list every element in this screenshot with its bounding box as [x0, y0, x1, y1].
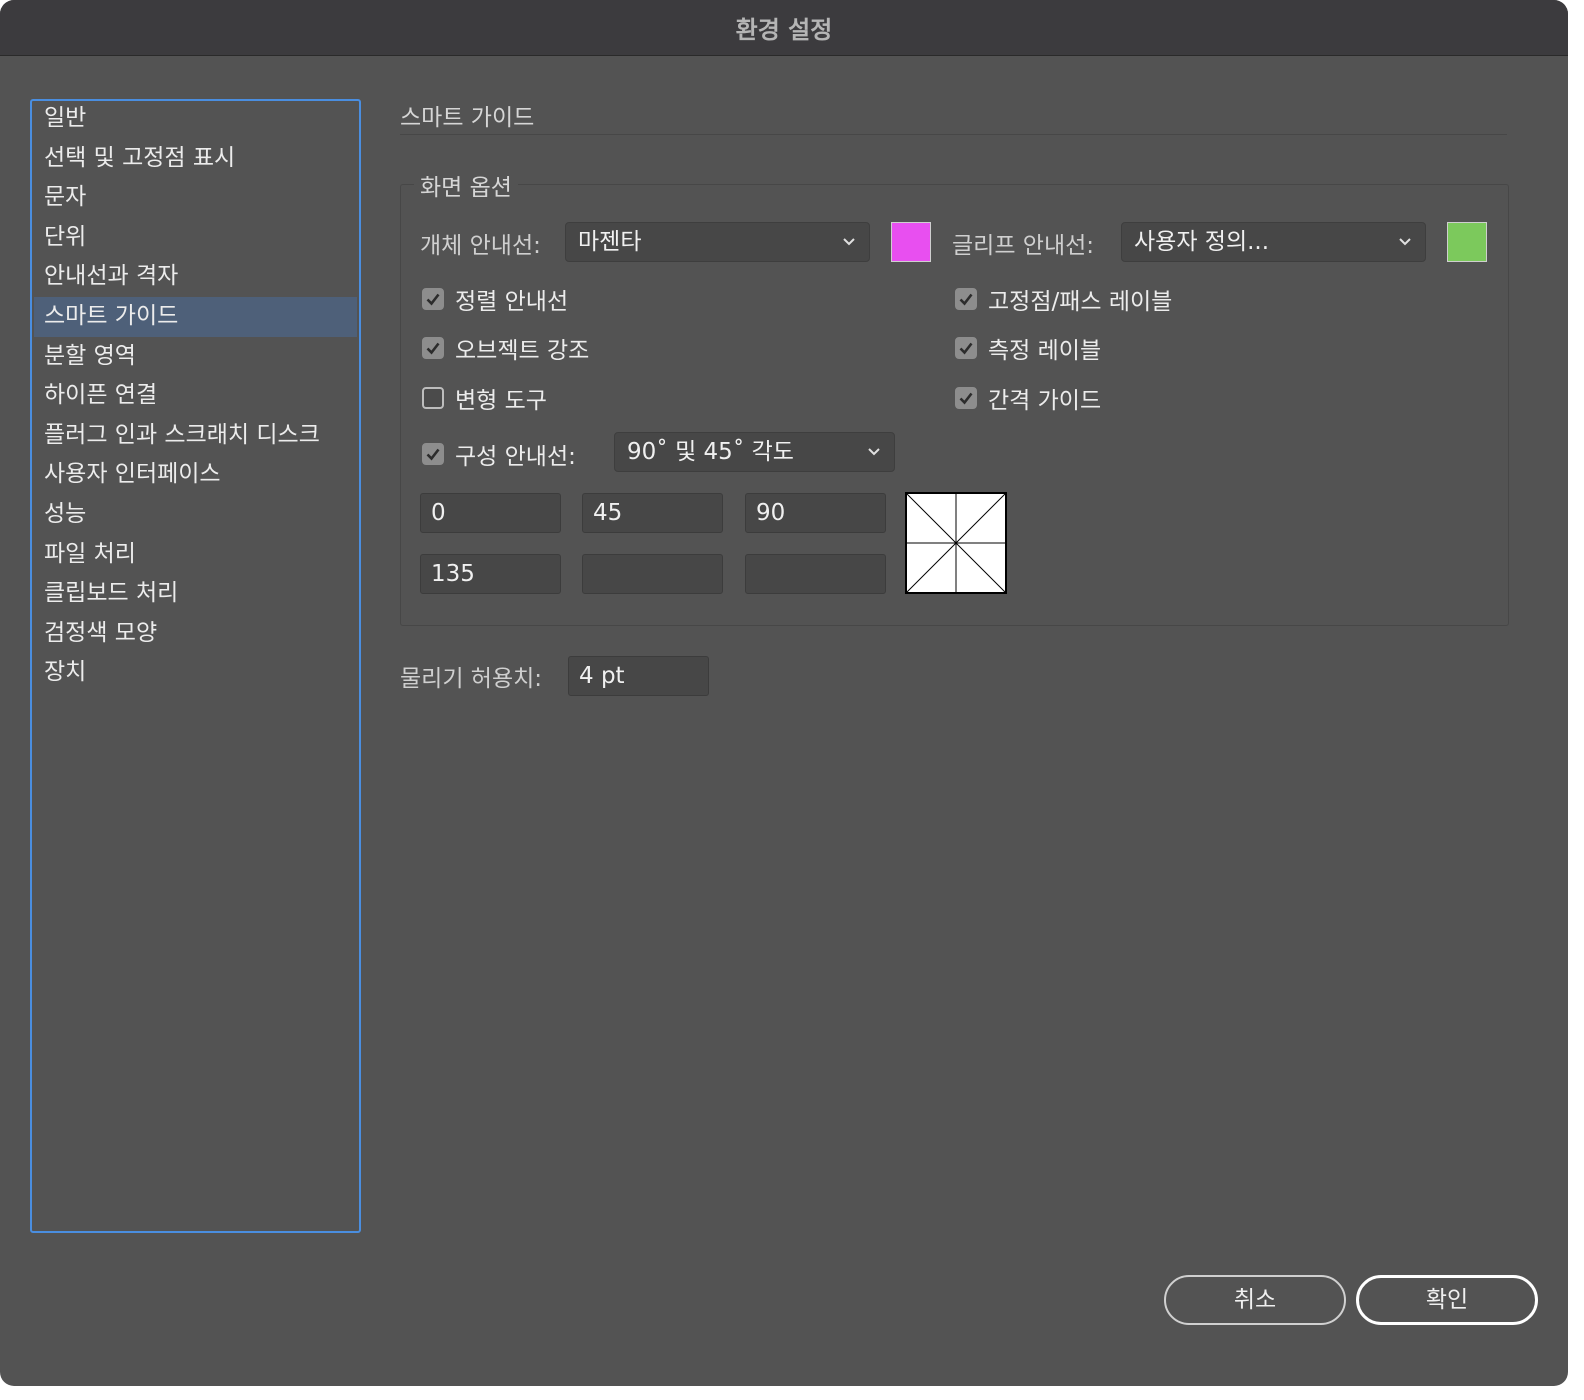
checkbox-box[interactable]: [422, 337, 444, 359]
sidebar-item-hyphenation[interactable]: 하이픈 연결: [34, 376, 357, 416]
transform-tools-checkbox[interactable]: 변형 도구: [422, 381, 547, 415]
checkbox-box[interactable]: [955, 337, 977, 359]
sidebar-item-guides-grid[interactable]: 안내선과 격자: [34, 257, 357, 297]
checkbox-box[interactable]: [422, 443, 444, 465]
preferences-dialog: 환경 설정 일반 선택 및 고정점 표시 문자 단위 안내선과 격자 스마트 가…: [0, 0, 1568, 1386]
section-divider: [400, 134, 1507, 135]
object-guides-color-swatch[interactable]: [891, 222, 931, 262]
sidebar-item-user-interface[interactable]: 사용자 인터페이스: [34, 455, 357, 495]
sidebar-item-file-handling[interactable]: 파일 처리: [34, 535, 357, 575]
checkbox-box[interactable]: [955, 387, 977, 409]
glyph-guides-color-swatch[interactable]: [1447, 222, 1487, 262]
measurement-labels-checkbox[interactable]: 측정 레이블: [955, 331, 1101, 365]
object-highlighting-label: 오브젝트 강조: [455, 338, 590, 364]
object-highlighting-checkbox[interactable]: 오브젝트 강조: [422, 331, 589, 365]
window-title: 환경 설정: [735, 16, 833, 44]
sidebar-item-clipboard-handling[interactable]: 클립보드 처리: [34, 574, 357, 614]
alignment-guides-checkbox[interactable]: 정렬 안내선: [422, 282, 568, 316]
angle-field-1[interactable]: 0: [420, 493, 561, 533]
object-guides-label: 개체 안내선:: [420, 233, 541, 259]
checkmark-icon: [426, 293, 440, 306]
checkmark-icon: [426, 342, 440, 355]
checkmark-icon: [959, 293, 973, 306]
spacing-guides-label: 간격 가이드: [988, 388, 1102, 414]
angle-field-5[interactable]: [582, 554, 723, 594]
construction-guides-checkbox[interactable]: 구성 안내선:: [422, 437, 576, 471]
category-list[interactable]: 일반 선택 및 고정점 표시 문자 단위 안내선과 격자 스마트 가이드 분할 …: [30, 99, 361, 1233]
checkmark-icon: [959, 342, 973, 355]
construction-guides-label: 구성 안내선:: [455, 444, 576, 470]
title-bar: 환경 설정: [0, 0, 1568, 56]
sidebar-item-type[interactable]: 문자: [34, 178, 357, 218]
checkbox-box[interactable]: [955, 288, 977, 310]
alignment-guides-label: 정렬 안내선: [455, 289, 569, 315]
construction-guides-value: 90˚ 및 45˚ 각도: [627, 439, 794, 465]
checkmark-icon: [959, 392, 973, 405]
sidebar-item-black-appearance[interactable]: 검정색 모양: [34, 614, 357, 654]
snapping-tolerance-label: 물리기 허용치:: [400, 666, 543, 692]
object-guides-select[interactable]: 마젠타: [565, 222, 870, 262]
angle-field-4[interactable]: 135: [420, 554, 561, 594]
glyph-guides-value: 사용자 정의...: [1134, 229, 1270, 255]
snapping-tolerance-field[interactable]: 4 pt: [568, 656, 709, 696]
chevron-down-icon: [1399, 238, 1411, 246]
chevron-down-icon: [843, 238, 855, 246]
glyph-guides-select[interactable]: 사용자 정의...: [1121, 222, 1426, 262]
measurement-labels-label: 측정 레이블: [988, 338, 1102, 364]
glyph-guides-label: 글리프 안내선:: [952, 233, 1095, 259]
sidebar-item-selection-anchor-display[interactable]: 선택 및 고정점 표시: [34, 139, 357, 179]
sidebar-item-plugins-scratch-disks[interactable]: 플러그 인과 스크래치 디스크: [34, 416, 357, 456]
angle-preview-icon: [905, 492, 1007, 594]
angle-field-6[interactable]: [745, 554, 886, 594]
angle-field-3[interactable]: 90: [745, 493, 886, 533]
transform-tools-label: 변형 도구: [455, 388, 547, 414]
anchor-path-labels-label: 고정점/패스 레이블: [988, 289, 1173, 315]
sidebar-item-devices[interactable]: 장치: [34, 653, 357, 693]
sidebar-item-performance[interactable]: 성능: [34, 495, 357, 535]
section-title: 스마트 가이드: [400, 105, 535, 131]
display-options-legend: 화면 옵션: [414, 168, 518, 202]
object-guides-value: 마젠타: [578, 229, 642, 255]
spacing-guides-checkbox[interactable]: 간격 가이드: [955, 381, 1101, 415]
checkmark-icon: [426, 448, 440, 461]
cancel-button[interactable]: 취소: [1164, 1275, 1346, 1325]
anchor-path-labels-checkbox[interactable]: 고정점/패스 레이블: [955, 282, 1172, 316]
chevron-down-icon: [868, 448, 880, 456]
ok-button[interactable]: 확인: [1356, 1275, 1538, 1325]
sidebar-item-units[interactable]: 단위: [34, 218, 357, 258]
construction-guides-select[interactable]: 90˚ 및 45˚ 각도: [614, 432, 895, 472]
sidebar-item-general[interactable]: 일반: [34, 99, 357, 139]
checkbox-box[interactable]: [422, 288, 444, 310]
angle-field-2[interactable]: 45: [582, 493, 723, 533]
checkbox-box[interactable]: [422, 387, 444, 409]
sidebar-item-slices[interactable]: 분할 영역: [34, 337, 357, 377]
sidebar-item-smart-guides[interactable]: 스마트 가이드: [34, 296, 357, 337]
